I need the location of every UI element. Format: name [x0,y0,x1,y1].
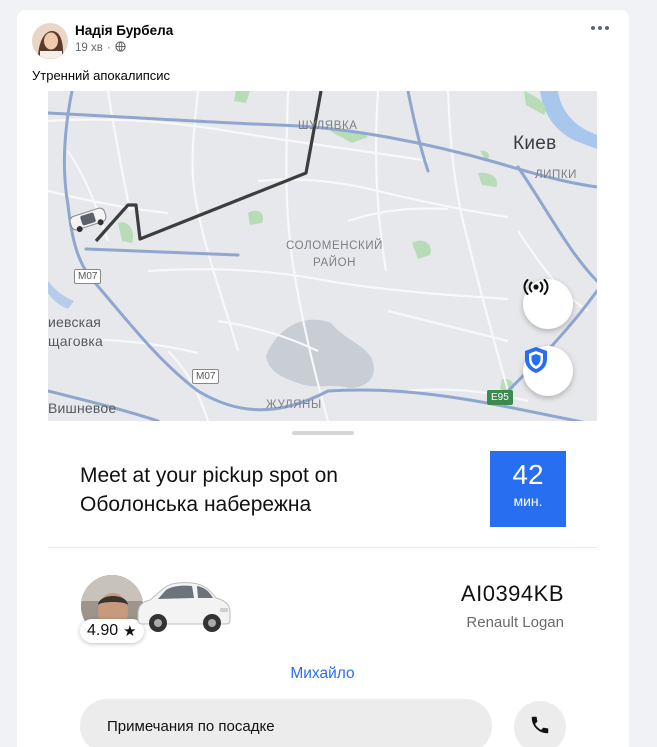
eta-value: 42 [512,459,544,490]
phone-icon [529,714,551,741]
map-label-shulyavka: ШУЛЯВКА [298,120,358,132]
map-view[interactable]: ШУЛЯВКА Киев ЛИПКИ СОЛОМЕНСКИЙ РАЙОН иев… [48,91,597,421]
broadcast-button[interactable] [523,279,573,329]
map-label-kievskaya: иевская [48,314,102,330]
pickup-notes-label: Примечания по посадке [107,717,275,735]
map-label-kiev: Киев [513,133,557,154]
globe-icon [115,41,126,55]
car-model: Renault Logan [466,614,564,631]
map-label-shchagovka: щаговка [48,333,103,349]
driver-name[interactable]: Михайло [48,665,597,683]
facebook-post-card: Надія Бурбела 19 хв · Утренний апокалипс… [17,10,629,747]
call-driver-button[interactable] [514,701,566,747]
more-icon[interactable] [591,26,609,30]
post-text: Утренний апокалипсис [32,68,171,83]
road-shield-e95: E95 [487,390,513,405]
map-label-lipki: ЛИПКИ [535,169,578,181]
map-label-vyshnevoe: Вишневое [48,400,117,416]
pickup-title: Meet at your pickup spot on Оболонська н… [80,464,338,516]
pickup-notes-button[interactable]: Примечания по посадке [80,699,492,747]
road-shield-m07-2: M07 [192,369,220,384]
car-image [134,574,232,641]
eta-unit: мин. [513,493,543,509]
road-shield-m07: M07 [74,269,102,284]
meta-separator: · [106,42,111,54]
author-name[interactable]: Надія Бурбела [75,23,173,38]
license-plate: AI0394KB [460,581,564,606]
map-label-zhulyany: ЖУЛЯНЫ [266,399,322,411]
map-label-solomensky: СОЛОМЕНСКИЙ РАЙОН [286,240,384,269]
safety-button[interactable] [523,346,573,396]
post-meta: 19 хв · [75,41,126,55]
section-divider [48,547,597,548]
sheet-drag-handle[interactable] [292,431,354,435]
eta-badge: 42 мин. [490,451,566,527]
post-image[interactable]: ШУЛЯВКА Киев ЛИПКИ СОЛОМЕНСКИЙ РАЙОН иев… [48,91,597,747]
post-time[interactable]: 19 хв [75,42,103,54]
rating-value: 4.90 [87,622,119,639]
author-avatar[interactable] [32,23,68,59]
